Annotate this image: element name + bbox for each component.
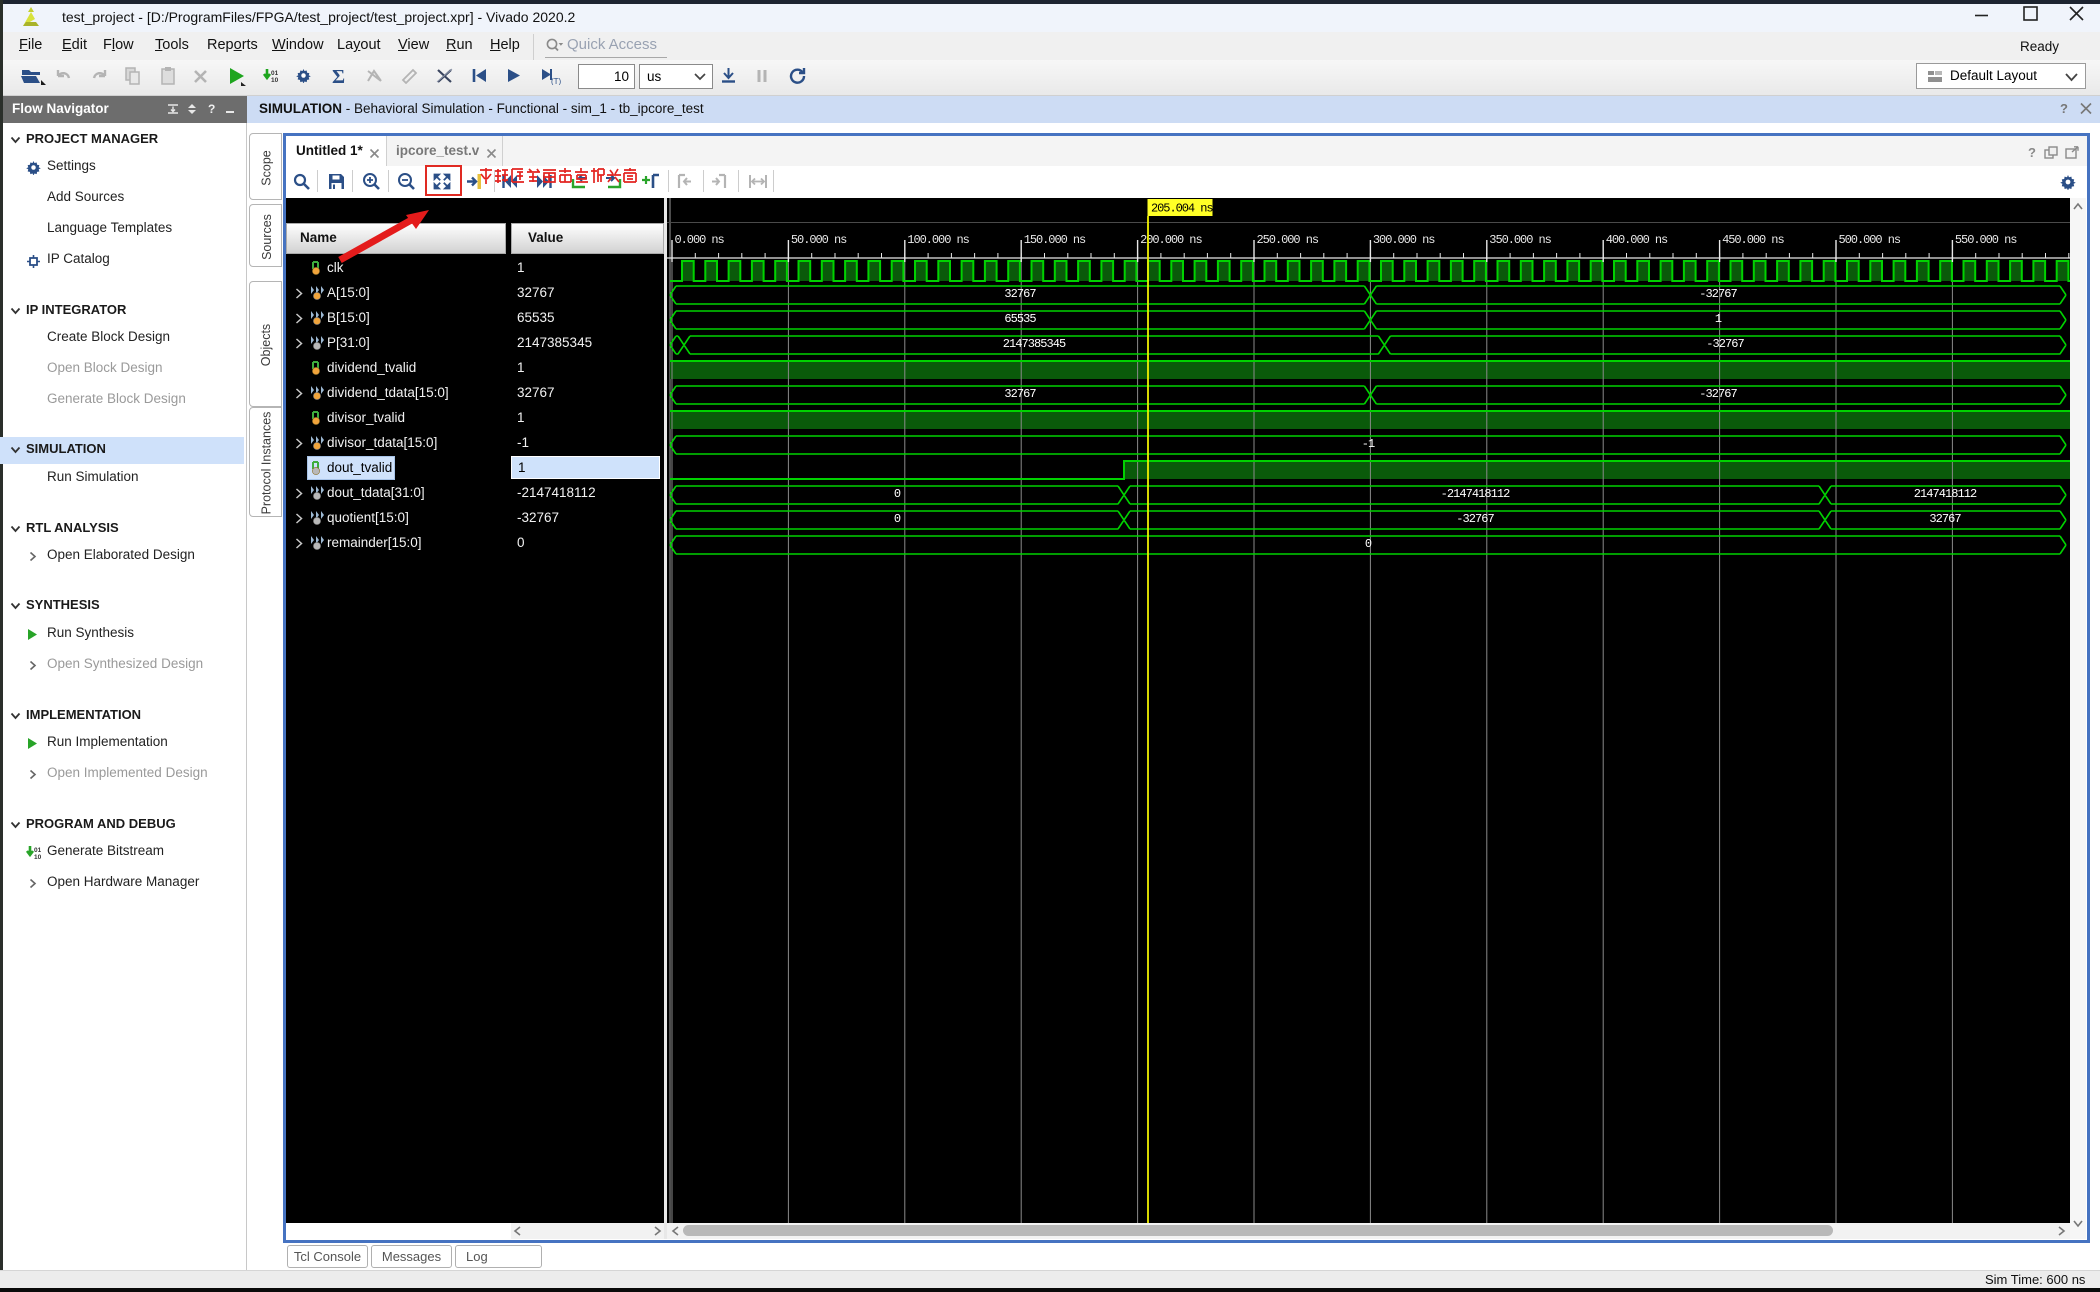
svg-text:50.000 ns: 50.000 ns <box>791 233 847 247</box>
svg-text:550.000 ns: 550.000 ns <box>1955 233 2017 247</box>
svg-text:0: 0 <box>894 512 901 526</box>
svg-text:-32767: -32767 <box>1699 387 1737 401</box>
svg-text:450.000 ns: 450.000 ns <box>1722 233 1784 247</box>
svg-text:100.000 ns: 100.000 ns <box>907 233 969 247</box>
svg-text:150.000 ns: 150.000 ns <box>1024 233 1086 247</box>
svg-text:10: 10 <box>34 854 41 861</box>
svg-text:?: ? <box>2028 145 2036 160</box>
svg-text:200.000 ns: 200.000 ns <box>1140 233 1202 247</box>
svg-text:-2147418112: -2147418112 <box>1441 487 1511 501</box>
svg-text:(T): (T) <box>551 77 562 85</box>
svg-text:01: 01 <box>34 847 41 854</box>
svg-text:350.000 ns: 350.000 ns <box>1489 233 1551 247</box>
svg-text:65535: 65535 <box>1004 312 1036 326</box>
svg-text:?: ? <box>2060 101 2068 116</box>
svg-text:300.000 ns: 300.000 ns <box>1373 233 1435 247</box>
svg-text:32767: 32767 <box>1004 287 1036 301</box>
svg-text:2147385345: 2147385345 <box>1003 337 1066 351</box>
svg-text:-32767: -32767 <box>1706 337 1744 351</box>
svg-text:0: 0 <box>1365 537 1372 551</box>
svg-text:10: 10 <box>271 77 278 84</box>
svg-text:0: 0 <box>894 487 901 501</box>
svg-text:250.000 ns: 250.000 ns <box>1257 233 1319 247</box>
svg-text:32767: 32767 <box>1929 512 1961 526</box>
svg-text:205.004 ns: 205.004 ns <box>1151 202 1213 216</box>
svg-text:32767: 32767 <box>1004 387 1036 401</box>
svg-text:0.000 ns: 0.000 ns <box>675 233 725 247</box>
svg-text:2147418112: 2147418112 <box>1914 487 1977 501</box>
svg-text:-1: -1 <box>1362 437 1375 451</box>
svg-text:-32767: -32767 <box>1699 287 1737 301</box>
svg-text:01: 01 <box>271 70 278 77</box>
svg-text:-32767: -32767 <box>1456 512 1494 526</box>
svg-text:?: ? <box>208 102 215 115</box>
svg-text:Σ: Σ <box>332 66 345 86</box>
svg-text:500.000 ns: 500.000 ns <box>1839 233 1901 247</box>
svg-text:1: 1 <box>1715 312 1722 326</box>
svg-text:400.000 ns: 400.000 ns <box>1606 233 1668 247</box>
